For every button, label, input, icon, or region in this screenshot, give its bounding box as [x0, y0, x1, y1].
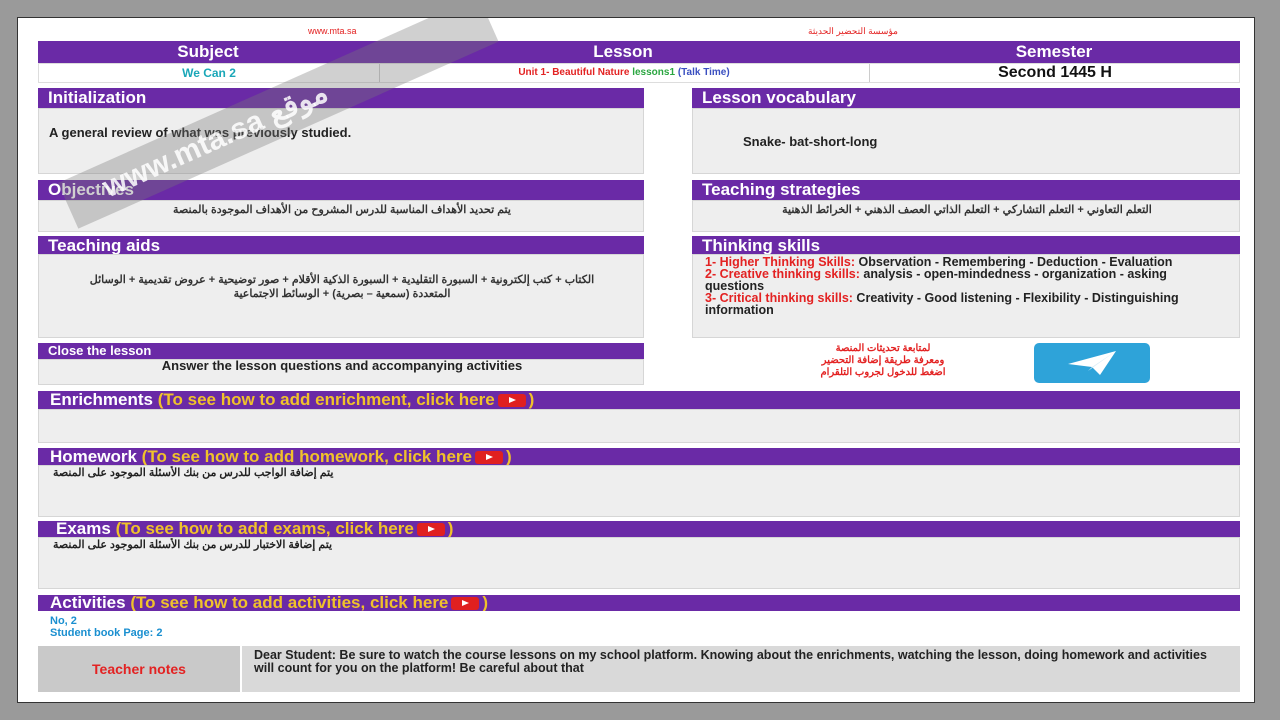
close-title: Close the lesson: [38, 343, 644, 359]
activities-title: Activities: [50, 595, 126, 611]
activities-title-bar: Activities (To see how to add activities…: [38, 595, 1240, 611]
exams-title-bar: Exams (To see how to add exams, click he…: [38, 521, 1240, 537]
site-url[interactable]: www.mta.sa: [308, 26, 357, 36]
notes-label-cell: Teacher notes: [38, 646, 240, 692]
subject-label: Subject: [177, 42, 239, 61]
enrichments-hint[interactable]: (To see how to add enrichment, click her…: [158, 391, 535, 409]
aids-title: Teaching aids: [38, 236, 644, 254]
thinking-list: 1- Higher Thinking Skills: Observation -…: [705, 256, 1225, 317]
header-values: We Can 2 Unit 1- Beautiful Nature lesson…: [38, 63, 1240, 83]
close-panel: Answer the lesson questions and accompan…: [38, 359, 644, 385]
enrichments-title-bar: Enrichments (To see how to add enrichmen…: [38, 391, 1240, 409]
telegram-line: لمتابعة تحديثات المنصة: [835, 343, 931, 354]
aids-text: الكتاب + كتب إلكترونية + السبورة التقليد…: [89, 274, 595, 300]
enrichments-hint-close: ): [528, 391, 535, 409]
lesson-value: Unit 1- Beautiful Nature lessons1 (Talk …: [379, 67, 869, 78]
aids-panel: الكتاب + كتب إلكترونية + السبورة التقليد…: [38, 254, 644, 338]
exams-hint-close: ): [447, 521, 454, 537]
activities-line: No, 2: [50, 615, 77, 627]
lesson-part: lessons1: [632, 67, 676, 78]
activities-line: Student book Page: 2: [50, 627, 163, 639]
paper-plane-icon: [1068, 351, 1116, 375]
thinking-title: Thinking skills: [692, 236, 1240, 254]
youtube-icon[interactable]: [451, 597, 480, 611]
exams-hint[interactable]: (To see how to add exams, click here): [116, 521, 454, 537]
telegram-icon[interactable]: [1034, 343, 1150, 383]
semester-label: Semester: [1015, 42, 1093, 61]
lesson-unit: Unit 1- Beautiful Nature: [518, 67, 630, 78]
close-text: Answer the lesson questions and accompan…: [161, 359, 523, 373]
telegram-promo[interactable]: لمتابعة تحديثات المنصة ومعرفة طريقة إضاف…: [748, 343, 1018, 379]
thinking-item: 3- Critical thinking skills: Creativity …: [705, 292, 1225, 317]
notes-text-cell: Dear Student: Be sure to watch the cours…: [242, 646, 1240, 692]
activities-hint[interactable]: (To see how to add activities, click her…: [130, 595, 488, 611]
lesson-plan-page: www.mta.sa مؤسسة التحضير الحديثة Subject…: [17, 17, 1255, 703]
telegram-line: اضغط للدخول لجروب التلقرام: [820, 367, 946, 378]
homework-text: يتم إضافة الواجب للدرس من بنك الأسئلة ال…: [53, 467, 334, 479]
homework-hint[interactable]: (To see how to add homework, click here): [142, 448, 512, 465]
enrichments-title: Enrichments: [50, 391, 153, 409]
activities-content: No, 2 Student book Page: 2: [50, 615, 162, 639]
youtube-icon[interactable]: [497, 394, 526, 408]
telegram-line: ومعرفة طريقة إضافة التحضير: [821, 355, 945, 366]
exams-title: Exams: [56, 521, 111, 537]
vocabulary-text: Snake- bat-short-long: [743, 134, 878, 149]
homework-panel: يتم إضافة الواجب للدرس من بنك الأسئلة ال…: [38, 465, 1240, 517]
strategies-panel: التعلم التعاوني + التعلم التشاركي + التع…: [692, 200, 1240, 232]
activities-hint-text: (To see how to add activities, click her…: [130, 595, 449, 611]
notes-label: Teacher notes: [92, 661, 186, 677]
notes-text: Dear Student: Be sure to watch the cours…: [254, 648, 1207, 675]
org-name: مؤسسة التحضير الحديثة: [808, 26, 898, 36]
homework-title-bar: Homework (To see how to add homework, cl…: [38, 448, 1240, 465]
activities-panel: No, 2 Student book Page: 2: [38, 611, 1240, 643]
youtube-icon[interactable]: [474, 451, 503, 465]
initialization-text: A general review of what was previously …: [49, 125, 352, 140]
objectives-text: يتم تحديد الأهداف المناسبة للدرس المشروح…: [173, 204, 511, 216]
semester-value: Second 1445 H: [998, 64, 1112, 81]
homework-hint-text: (To see how to add homework, click here: [141, 448, 472, 465]
vocabulary-panel: Snake- bat-short-long: [692, 108, 1240, 174]
enrichments-hint-text: (To see how to add enrichment, click her…: [157, 391, 495, 409]
homework-hint-close: ): [505, 448, 512, 465]
vocabulary-title: Lesson vocabulary: [692, 88, 1240, 108]
lesson-tag: (Talk Time): [677, 67, 730, 78]
thinking-panel: 1- Higher Thinking Skills: Observation -…: [692, 254, 1240, 338]
strategies-text: التعلم التعاوني + التعلم التشاركي + التع…: [782, 204, 1152, 216]
enrichments-panel: [38, 409, 1240, 443]
exams-text: يتم إضافة الاختبار للدرس من بنك الأسئلة …: [53, 539, 333, 551]
exams-hint-text: (To see how to add exams, click here: [115, 521, 414, 537]
exams-panel: يتم إضافة الاختبار للدرس من بنك الأسئلة …: [38, 537, 1240, 589]
thinking-item: 2- Creative thinking skills: analysis - …: [705, 268, 1225, 293]
homework-title: Homework: [50, 448, 137, 465]
youtube-icon[interactable]: [416, 523, 445, 537]
strategies-title: Teaching strategies: [692, 180, 1240, 200]
header-bar: Subject Lesson Semester: [38, 41, 1240, 63]
activities-hint-close: ): [482, 595, 489, 611]
